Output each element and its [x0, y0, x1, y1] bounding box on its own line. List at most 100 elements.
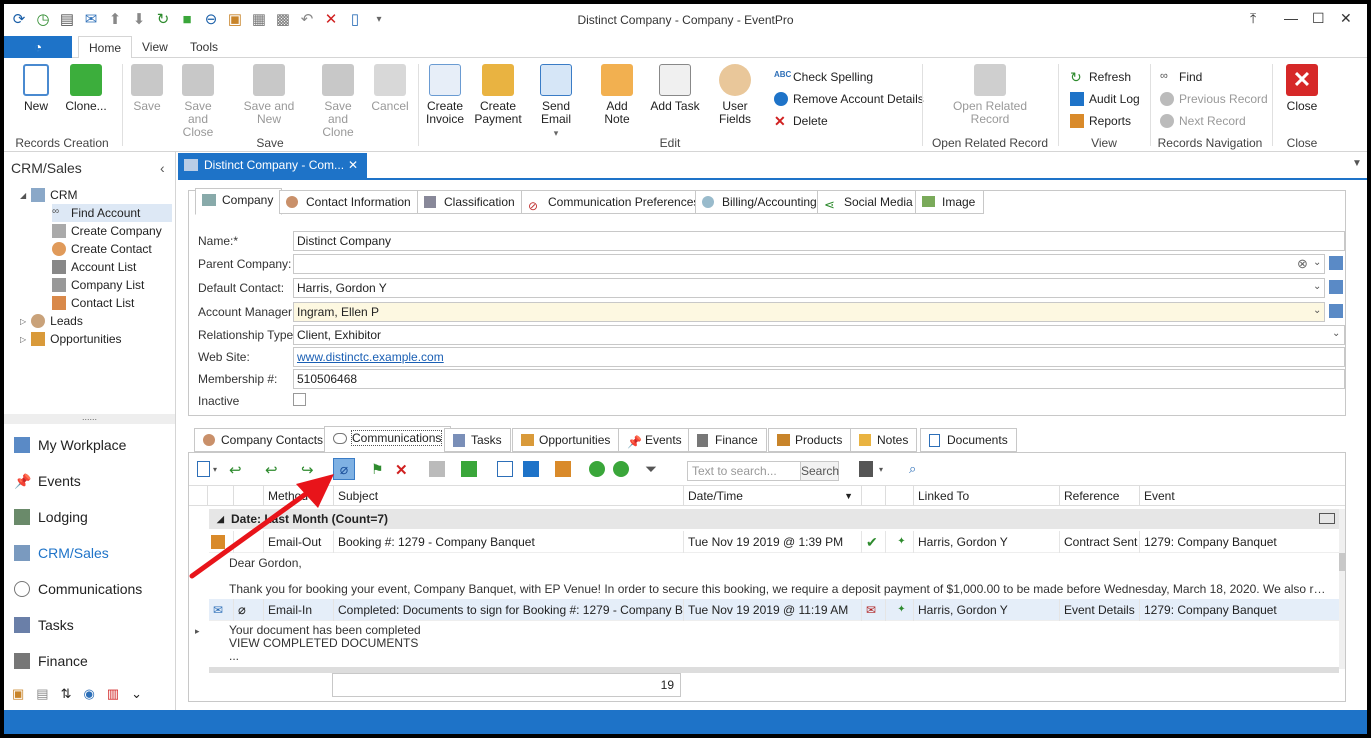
tree-item-leads[interactable]: ▷ Leads [20, 312, 83, 330]
account-manager-field[interactable]: Ingram, Ellen P [293, 302, 1325, 322]
open-window-icon[interactable] [497, 461, 513, 477]
tab-view[interactable]: View [132, 36, 178, 58]
globe-icon[interactable]: ◉ [84, 686, 95, 702]
col-linked-to[interactable]: Linked To [913, 486, 1059, 506]
group-row[interactable]: ◢ Date: Last Month (Count=7) [209, 509, 1341, 529]
bar-chart-icon[interactable]: ▥ [107, 686, 119, 702]
grid-view-icon[interactable] [461, 461, 477, 477]
tree-item-company-list[interactable]: Company List [52, 276, 144, 294]
scrollbar-thumb[interactable] [1339, 553, 1345, 571]
move-down-icon[interactable] [613, 461, 629, 477]
tree-item-find-account[interactable]: ∞ Find Account [52, 204, 172, 222]
tab-billing-accounting[interactable]: Billing/Accounting [695, 190, 826, 214]
lookup-icon[interactable] [1329, 304, 1343, 318]
add-task-button[interactable]: Add Task [650, 64, 700, 113]
minimize-icon[interactable]: — [1284, 10, 1298, 26]
tree-item-opportunities[interactable]: ▷ Opportunities [20, 330, 122, 348]
collapse-all-icon[interactable] [1319, 513, 1335, 524]
tree-item-create-contact[interactable]: Create Contact [52, 240, 152, 258]
app-menu-button[interactable]: ◔ [4, 36, 72, 58]
tab-products[interactable]: Products [768, 428, 852, 452]
nav-my-workplace[interactable]: My Workplace [14, 434, 126, 456]
reports-button[interactable]: Reports [1070, 112, 1131, 130]
save-clone-button[interactable]: Save and Clone [314, 64, 362, 139]
lookup-icon[interactable] [1329, 256, 1343, 270]
previous-record-button[interactable]: Previous Record [1160, 90, 1268, 108]
nav-tasks[interactable]: Tasks [14, 614, 74, 636]
tree-item-account-list[interactable]: Account List [52, 258, 136, 276]
save-new-button[interactable]: Save and New [232, 64, 306, 126]
col-datetime[interactable]: Date/Time ▼ [683, 486, 861, 506]
nav-lodging[interactable]: Lodging [14, 506, 88, 528]
tab-events[interactable]: 📌 Events [618, 428, 691, 452]
col-event[interactable]: Event [1139, 486, 1345, 506]
nav-crm-sales[interactable]: CRM/Sales [14, 542, 109, 564]
inactive-checkbox[interactable] [293, 393, 306, 406]
sort-desc-icon[interactable]: ▼ [844, 486, 853, 506]
default-contact-field[interactable]: Harris, Gordon Y [293, 278, 1325, 298]
tab-home[interactable]: Home [78, 36, 133, 59]
chevron-down-icon[interactable]: ⌄ [1313, 305, 1321, 316]
tab-documents[interactable]: Documents [920, 428, 1017, 452]
close-window-icon[interactable]: ✕ [1340, 10, 1352, 27]
print-icon[interactable] [859, 461, 873, 477]
new-button[interactable]: New [18, 64, 54, 113]
col-status[interactable] [861, 486, 885, 506]
check-spelling-button[interactable]: ABC Check Spelling [774, 68, 873, 86]
table-row[interactable]: Email-Out Booking #: 1279 - Company Banq… [209, 531, 1341, 553]
parent-company-field[interactable] [293, 254, 1325, 274]
document-tab[interactable]: Distinct Company - Com... ✕ [178, 153, 367, 178]
save-close-button[interactable]: Save and Close [174, 64, 222, 139]
clear-icon[interactable]: ⊗ [1297, 256, 1308, 272]
nav-communications[interactable]: Communications [14, 578, 142, 600]
filter-icon[interactable]: ⏷ [645, 461, 661, 478]
find-button[interactable]: ∞ Find [1160, 68, 1202, 86]
tab-company-contacts[interactable]: Company Contacts [194, 428, 333, 452]
delete-x-icon[interactable]: ✕ [395, 461, 411, 479]
tab-communication-preferences[interactable]: ⊘ Communication Preferences [521, 190, 709, 214]
chevron-down-icon[interactable]: ⌄ [1313, 281, 1321, 292]
search-button[interactable]: Search [800, 462, 839, 480]
expand-arrow-icon[interactable]: ◢ [20, 191, 26, 200]
pin-icon[interactable]: ⤒ [1250, 10, 1256, 27]
tab-image[interactable]: Image [915, 190, 985, 214]
tree-item-create-company[interactable]: Create Company [52, 222, 162, 240]
delete-button[interactable]: ✕ Delete [774, 112, 828, 130]
user-fields-button[interactable]: User Fields [706, 64, 764, 126]
col-reference[interactable]: Reference [1059, 486, 1139, 506]
move-up-icon[interactable] [589, 461, 605, 477]
table-row[interactable]: ✉ ⌀ Email-In Completed: Documents to sig… [209, 599, 1341, 621]
bookmark-icon[interactable] [523, 461, 539, 477]
save-button[interactable]: Save [130, 64, 164, 113]
relationship-type-field[interactable]: Client, Exhibitor [293, 325, 1345, 345]
tab-tasks[interactable]: Tasks [444, 428, 511, 452]
nav-events[interactable]: 📌 Events [14, 470, 81, 492]
chevron-down-icon[interactable]: ⌄ [1332, 328, 1340, 339]
create-invoice-button[interactable]: Create Invoice [424, 64, 466, 126]
tab-social-media[interactable]: ⋖ Social Media [817, 190, 922, 214]
clipboard-icon[interactable] [555, 461, 571, 477]
cancel-button[interactable]: Cancel [370, 64, 410, 113]
add-note-button[interactable]: Add Note [592, 64, 642, 126]
tab-contact-information[interactable]: Contact Information [279, 190, 420, 214]
audit-log-button[interactable]: Audit Log [1070, 90, 1140, 108]
open-related-record-button[interactable]: Open Related Record [948, 64, 1032, 126]
tree-item-crm[interactable]: ◢ CRM [20, 186, 77, 204]
splitter-handle[interactable]: ...... [4, 413, 175, 424]
vertical-scrollbar[interactable] [1339, 509, 1345, 669]
tab-opportunities[interactable]: Opportunities [512, 428, 620, 452]
collapse-chevron-icon[interactable]: ‹ [160, 160, 165, 176]
refresh-button[interactable]: ↻ Refresh [1070, 68, 1131, 86]
expand-arrow-icon[interactable]: ▷ [20, 317, 26, 326]
document-icon[interactable]: ▤ [36, 686, 48, 702]
tab-list-dropdown-icon[interactable]: ▼ [1352, 158, 1362, 169]
tab-tools[interactable]: Tools [180, 36, 228, 58]
col-flag[interactable] [885, 486, 913, 506]
tab-communications[interactable]: Communications [324, 426, 452, 453]
chevron-down-icon[interactable]: ⌄ [131, 686, 142, 702]
name-field[interactable]: Distinct Company [293, 231, 1345, 251]
next-record-button[interactable]: Next Record [1160, 112, 1246, 130]
send-email-button[interactable]: Send Email ▾ [528, 64, 584, 140]
archive-icon[interactable] [429, 461, 445, 477]
tree-item-contact-list[interactable]: Contact List [52, 294, 134, 312]
